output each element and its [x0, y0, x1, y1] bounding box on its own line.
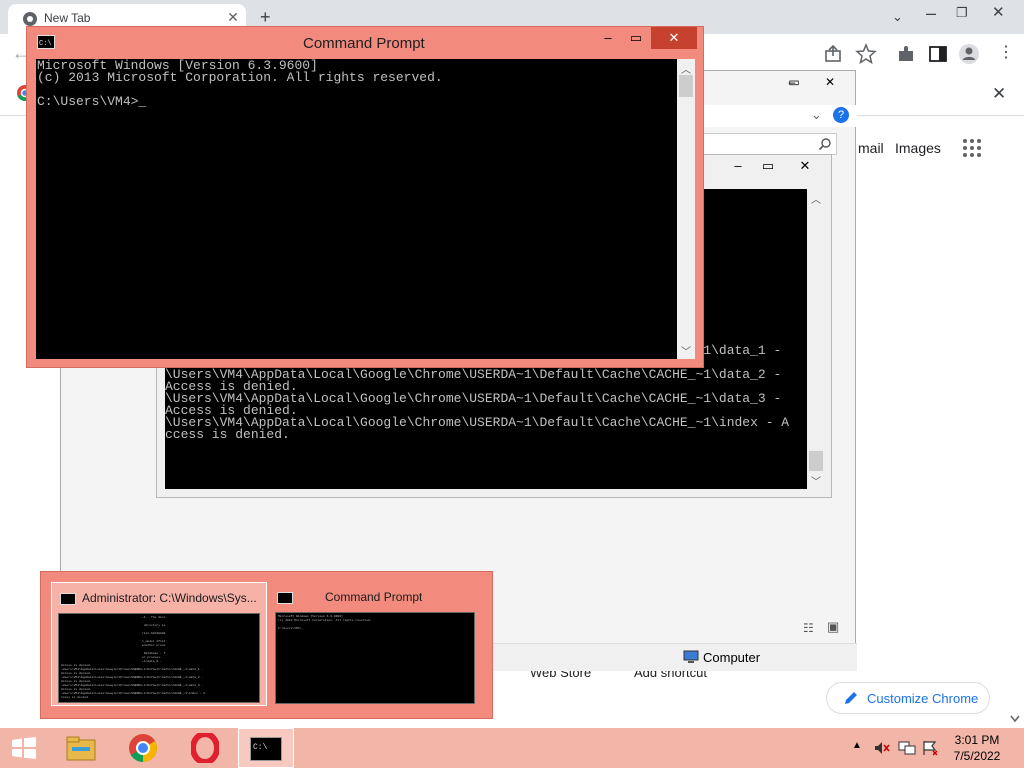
volume-muted-icon[interactable] [874, 740, 890, 756]
cmd-close-button[interactable]: ✕ [651, 27, 697, 49]
cmd-minimize-icon[interactable]: – [595, 27, 621, 49]
profile-avatar-icon[interactable] [958, 43, 980, 65]
search-icon [818, 138, 831, 151]
cmd-window-title: Command Prompt [303, 35, 425, 52]
chrome-logo-icon [23, 12, 37, 26]
windows-logo-icon [12, 737, 36, 759]
admin-minimize-icon[interactable]: – [723, 155, 753, 177]
browser-close-icon[interactable]: ✕ [992, 4, 1005, 22]
minimize-icon[interactable]: – [926, 4, 936, 22]
thumbnail-title: Administrator: C:\Windows\Sys... [82, 591, 257, 605]
apps-grid-icon[interactable] [962, 138, 982, 158]
computer-icon [683, 650, 699, 663]
cmd-maximize-icon[interactable]: ▭ [623, 27, 649, 49]
status-location-label: Computer [703, 650, 761, 665]
start-button[interactable] [0, 728, 48, 768]
cmd-console-output[interactable]: Microsoft Windows [Version 6.3.9600] (c)… [36, 59, 677, 359]
explorer-maximize-icon[interactable]: ▭ [779, 71, 809, 93]
thumbnail-command-prompt[interactable]: Command Prompt Microsoft Windows [Versio… [275, 582, 481, 706]
cmd-app-icon: C:\ [37, 35, 55, 49]
images-link[interactable]: Images [895, 140, 941, 156]
cmd-scrollbar[interactable]: ︿ ﹀ [677, 59, 695, 359]
gmail-link[interactable]: mail [858, 140, 884, 156]
large-icons-view-icon[interactable]: ▣ [827, 619, 839, 635]
ribbon-expand-chevron-icon[interactable]: ⌄ [811, 107, 822, 123]
bookmark-star-icon[interactable] [855, 43, 877, 65]
infobar-close-icon[interactable]: ✕ [992, 85, 1006, 103]
new-tab-plus-icon[interactable]: + [260, 8, 271, 26]
chrome-logo-icon [129, 734, 157, 762]
thumbnail-admin-cmd[interactable]: Administrator: C:\Windows\Sys... ~1 - Th… [51, 582, 267, 706]
thumbnail-preview: Microsoft Windows [Version 6.3.9600] (c)… [275, 612, 475, 704]
scroll-down-icon[interactable]: ﹀ [681, 343, 691, 358]
admin-scrollbar[interactable]: ︿ ﹀ [807, 189, 825, 489]
action-center-flag-icon[interactable] [922, 740, 938, 756]
system-clock[interactable]: 3:01 PM 7/5/2022 [940, 732, 1014, 764]
customize-chrome-label: Customize Chrome [867, 691, 979, 706]
scroll-down-icon[interactable]: ﹀ [811, 473, 821, 488]
tab-title: New Tab [44, 11, 91, 25]
admin-close-icon[interactable]: ✕ [787, 155, 823, 177]
clock-time: 3:01 PM [954, 733, 1000, 747]
page-scroll-down-icon[interactable] [1010, 712, 1020, 724]
taskbar-file-explorer[interactable] [54, 728, 108, 768]
side-panel-icon[interactable] [927, 43, 949, 65]
taskbar-command-prompt[interactable]: C:\ [238, 728, 294, 768]
cmd-app-icon [277, 592, 293, 604]
taskbar-opera[interactable] [178, 728, 232, 768]
share-icon[interactable] [822, 43, 844, 65]
clock-date: 7/5/2022 [953, 749, 1001, 763]
pencil-icon [845, 692, 857, 704]
tab-close-icon[interactable]: ✕ [224, 8, 242, 26]
details-view-icon[interactable]: ☷ [803, 621, 814, 635]
admin-scroll-thumb[interactable] [809, 451, 823, 471]
scroll-up-icon[interactable]: ︿ [811, 191, 821, 206]
admin-maximize-icon[interactable]: ▭ [753, 155, 783, 177]
explorer-search-box[interactable] [693, 133, 837, 155]
taskbar-chrome[interactable] [116, 728, 170, 768]
thumbnail-preview: ~1 - The dire directory is rics-62C48A08… [58, 613, 260, 703]
scroll-up-icon[interactable]: ︿ [681, 61, 691, 76]
customize-chrome-button[interactable]: Customize Chrome [826, 682, 990, 714]
cmd-app-icon [60, 593, 76, 605]
cmd-console-lines: Microsoft Windows [Version 6.3.9600] (c)… [37, 59, 443, 109]
chrome-menu-dots-icon[interactable]: ⋮ [998, 44, 1014, 62]
svg-text:C:\: C:\ [39, 40, 52, 48]
taskbar-thumbnail-popup: Administrator: C:\Windows\Sys... ~1 - Th… [40, 571, 493, 719]
network-icon[interactable] [898, 740, 916, 756]
help-icon[interactable]: ? [833, 107, 849, 123]
cmd-app-icon: C:\ [250, 737, 282, 761]
svg-text:C:\: C:\ [253, 743, 268, 752]
extensions-puzzle-icon[interactable] [895, 43, 917, 65]
show-hidden-icons-icon[interactable]: ▲ [852, 740, 862, 751]
cmd-scroll-thumb[interactable] [679, 75, 693, 97]
command-prompt-window[interactable]: C:\ Command Prompt – ▭ ✕ Microsoft Windo… [26, 26, 704, 368]
tab-search-chevron-icon[interactable]: ⌄ [892, 8, 903, 26]
restore-icon[interactable]: ❐ [956, 4, 968, 22]
explorer-close-icon[interactable]: ✕ [815, 71, 845, 93]
thumbnail-title: Command Prompt [325, 590, 423, 604]
opera-logo-icon [191, 733, 219, 763]
taskbar: C:\ ▲ 3:01 PM 7/5/2022 [0, 728, 1024, 768]
folder-icon [66, 736, 96, 761]
